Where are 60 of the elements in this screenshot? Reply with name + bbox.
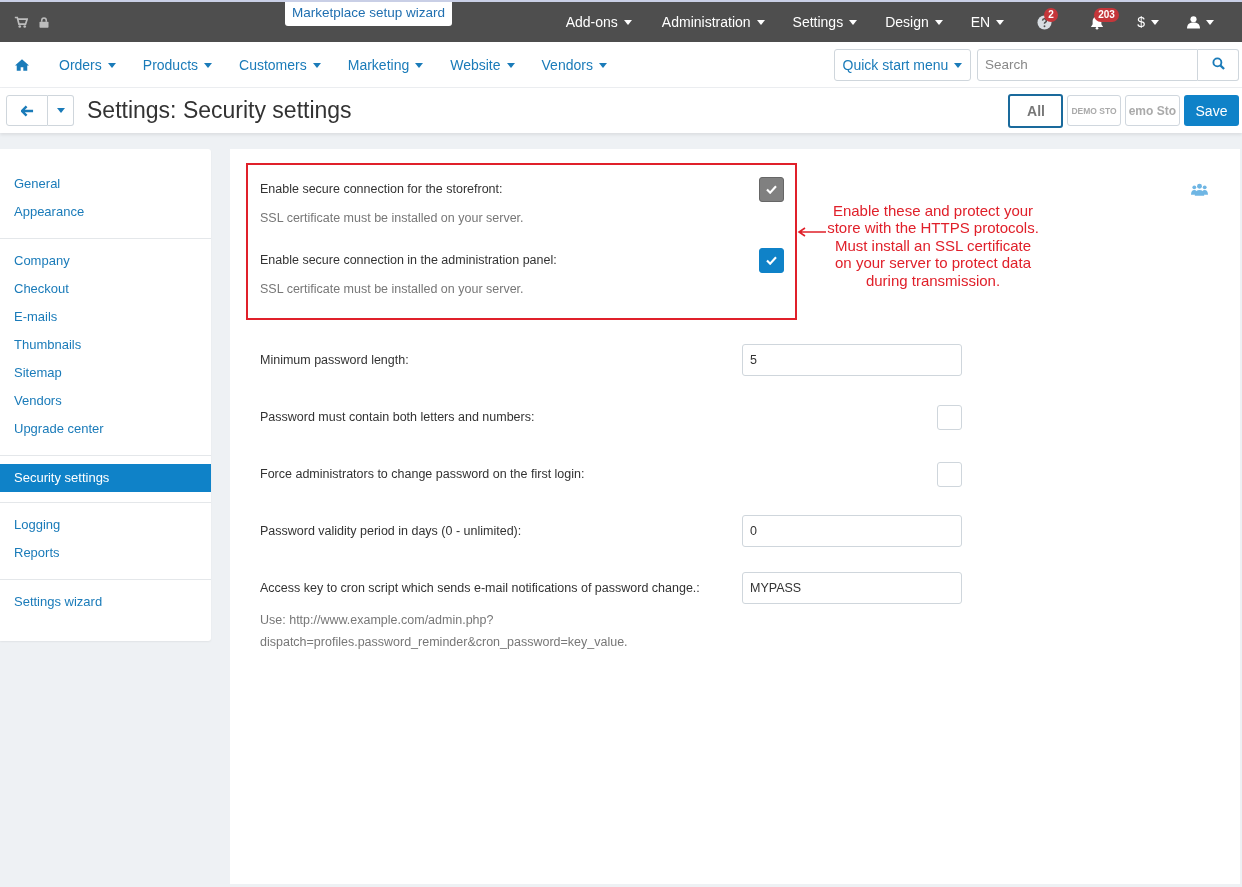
- check-icon: [766, 255, 777, 265]
- arrow-left-icon: [20, 104, 34, 117]
- menu-item[interactable]: EN: [956, 2, 1019, 42]
- notification-badge: 203: [1094, 8, 1119, 22]
- sidebar-item[interactable]: E-mails: [0, 305, 211, 333]
- save-button[interactable]: Save: [1184, 95, 1239, 126]
- dropdown-button[interactable]: [48, 95, 74, 126]
- home-icon[interactable]: [15, 58, 29, 71]
- sidebar-item[interactable]: Appearance: [0, 200, 211, 228]
- setting-label: Force administrators to change password on the first login:: [260, 467, 585, 481]
- sidebar-item[interactable]: Company: [0, 249, 211, 277]
- sidebar-item[interactable]: Reports: [0, 541, 211, 569]
- menu-item[interactable]: Settings: [778, 2, 872, 42]
- hint-text: SSL certificate must be installed on your server.: [260, 210, 525, 227]
- sidebar-item[interactable]: Sitemap: [0, 361, 211, 389]
- sidebar-item[interactable]: Checkout: [0, 277, 211, 305]
- menu-item[interactable]: $: [1123, 2, 1173, 42]
- page-title: Settings: Security settings: [87, 97, 352, 124]
- sidebar-item[interactable]: Thumbnails: [0, 333, 211, 361]
- check-icon: [766, 184, 777, 194]
- notification-badge: 2: [1044, 8, 1058, 22]
- sidebar-item[interactable]: Logging: [0, 513, 211, 541]
- setting-label: Enable secure connection in the administration panel:: [260, 253, 557, 267]
- setting-label: Password must contain both letters and numbers:: [260, 410, 535, 424]
- checkbox[interactable]: [759, 247, 784, 273]
- setting-label: Password validity period in days (0 - unlimited):: [260, 524, 522, 538]
- text-field[interactable]: MYPASS: [742, 572, 962, 604]
- menu-item[interactable]: Administration: [647, 2, 779, 42]
- back-button[interactable]: [6, 95, 48, 126]
- sidebar-item[interactable]: Settings wizard: [0, 590, 211, 618]
- setting-label: Enable secure connection for the storefront:: [260, 182, 503, 196]
- quick-start-button[interactable]: Quick start menu: [834, 48, 971, 81]
- hint-text: dispatch=profiles.password_reminder&cron_password=key_value.: [260, 634, 629, 651]
- sidebar-item[interactable]: Upgrade center: [0, 417, 211, 445]
- text-field[interactable]: 0: [742, 515, 962, 547]
- user-icon[interactable]: [1187, 15, 1200, 29]
- nav-menu-item[interactable]: Vendors: [541, 56, 607, 73]
- storefront-button[interactable]: All: [1008, 93, 1064, 128]
- hint-text: Use: http://www.example.com/admin.php?: [260, 612, 495, 629]
- setting-label: Access key to cron script which sends e-mail notifications of password change.:: [260, 581, 700, 595]
- menu-item[interactable]: Design: [871, 2, 957, 42]
- nav-menu-item[interactable]: Marketing: [347, 56, 424, 73]
- text-field[interactable]: 5: [742, 344, 962, 376]
- lock-icon[interactable]: [38, 15, 50, 29]
- nav-menu-item[interactable]: Website: [450, 56, 515, 73]
- nav-menu-item[interactable]: Products: [142, 56, 213, 73]
- sidebar-item[interactable]: Security settings: [0, 464, 211, 492]
- search-button[interactable]: [1198, 48, 1239, 81]
- nav-menu-item[interactable]: Customers: [239, 56, 321, 73]
- sidebar-item[interactable]: Vendors: [0, 389, 211, 417]
- annotation-text: Enable these and protect your store with the HTTPS protocols. Must install an SSL certificate on your server to protect data during transmission.: [827, 201, 1039, 290]
- setting-label: Minimum password length:: [260, 353, 409, 367]
- hint-text: SSL certificate must be installed on your server.: [260, 281, 525, 298]
- nav-menu-item[interactable]: Orders: [59, 56, 116, 73]
- sidebar-item[interactable]: General: [0, 172, 211, 200]
- cart-icon[interactable]: [14, 15, 28, 29]
- search-icon: [1211, 56, 1225, 70]
- search-field[interactable]: Search: [977, 48, 1198, 81]
- wizard-tab[interactable]: Marketplace setup wizard: [285, 2, 452, 26]
- menu-item[interactable]: Add-ons: [551, 2, 646, 42]
